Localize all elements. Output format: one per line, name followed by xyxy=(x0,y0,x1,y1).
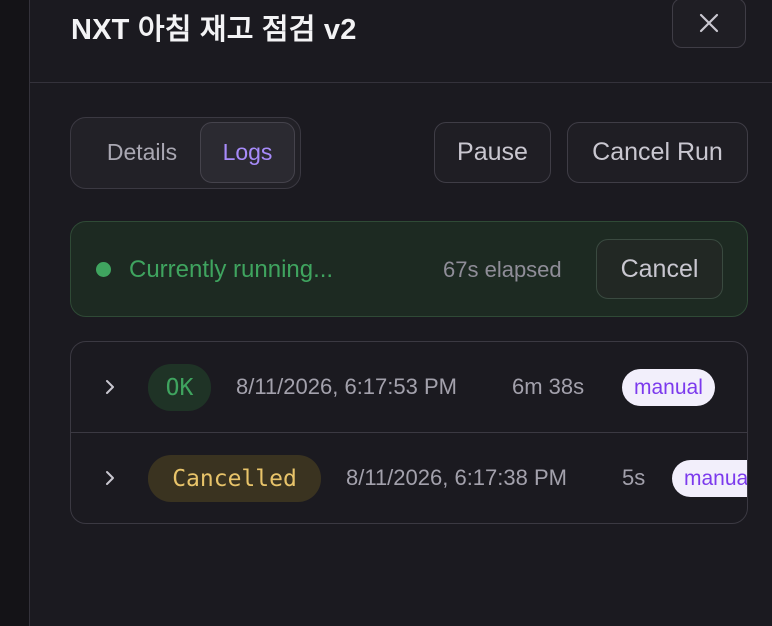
panel-title: NXT 아침 재고 점검 v2 xyxy=(71,14,357,46)
close-button[interactable] xyxy=(672,0,746,48)
run-timestamp: 8/11/2026, 6:17:53 PM xyxy=(236,374,457,399)
status-badge: OK xyxy=(148,364,211,411)
run-history-list: OK 8/11/2026, 6:17:53 PM 6m 38s manual C… xyxy=(70,341,748,524)
chevron-right-icon[interactable] xyxy=(103,378,117,396)
running-indicator-icon xyxy=(96,262,111,277)
close-icon xyxy=(699,13,719,33)
list-item[interactable]: Cancelled 8/11/2026, 6:17:38 PM 5s manua… xyxy=(71,433,747,523)
tab-logs[interactable]: Logs xyxy=(200,122,295,183)
run-timestamp: 8/11/2026, 6:17:38 PM xyxy=(346,465,567,490)
running-status-banner: Currently running... 67s elapsed Cancel xyxy=(70,221,748,317)
run-duration: 6m 38s xyxy=(512,374,585,399)
pause-button[interactable]: Pause xyxy=(434,122,551,183)
status-badge: Cancelled xyxy=(148,455,321,502)
run-duration: 5s xyxy=(622,465,646,490)
cancel-button[interactable]: Cancel xyxy=(596,239,723,299)
elapsed-time: 67s elapsed xyxy=(443,257,562,282)
sidebar-edge xyxy=(0,0,30,626)
header-divider xyxy=(30,82,772,83)
list-item[interactable]: OK 8/11/2026, 6:17:53 PM 6m 38s manual xyxy=(71,342,747,433)
run-details-panel: NXT 아침 재고 점검 v2 Details Logs Pause Cance… xyxy=(30,0,772,626)
trigger-badge: manual xyxy=(672,460,747,497)
running-status-text: Currently running... xyxy=(129,256,334,283)
chevron-right-icon[interactable] xyxy=(103,469,117,487)
tab-details[interactable]: Details xyxy=(79,122,205,183)
cancel-run-button[interactable]: Cancel Run xyxy=(567,122,748,183)
trigger-badge: manual xyxy=(622,369,715,406)
view-tabs: Details Logs xyxy=(70,117,301,189)
